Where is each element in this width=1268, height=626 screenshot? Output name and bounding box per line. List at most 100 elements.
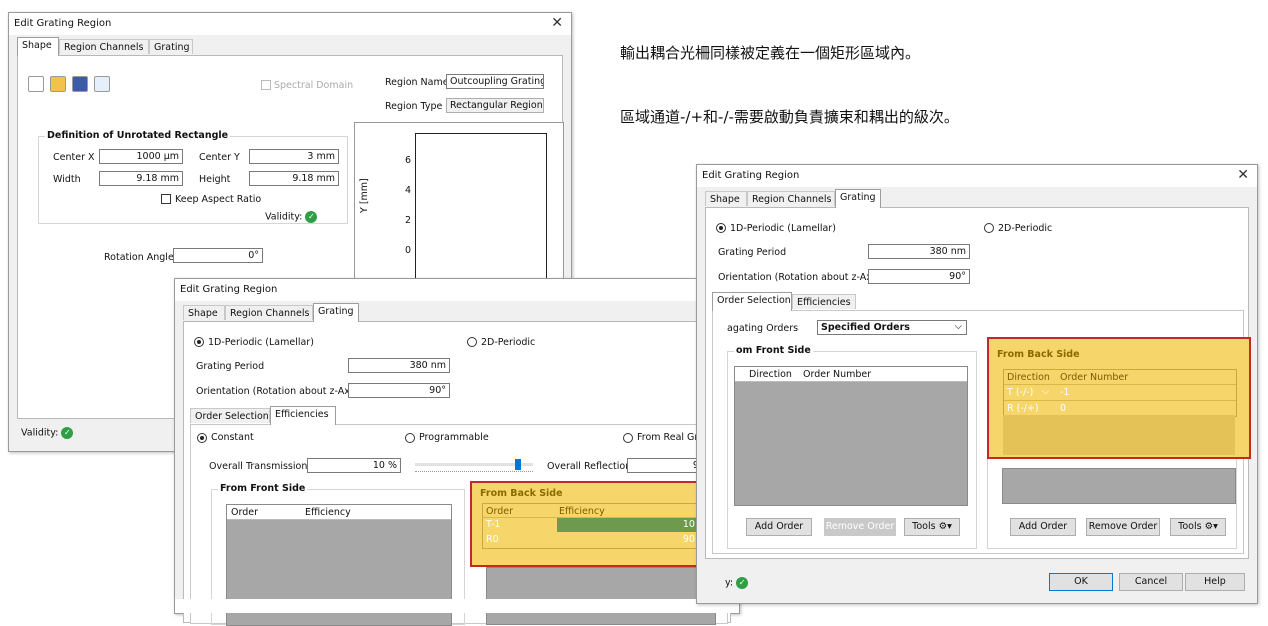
orientation-field[interactable]: 90°: [868, 269, 970, 284]
add-order-button[interactable]: Add Order: [1010, 518, 1076, 536]
center-x-label: Center X: [53, 152, 95, 163]
radio-real-gratings[interactable]: [623, 433, 633, 443]
center-y-label: Center Y: [199, 152, 240, 163]
dialog-order-selection: Edit Grating Region ✕ Shape Region Chann…: [696, 164, 1258, 604]
ok-button[interactable]: OK: [1049, 573, 1113, 591]
remove-order-button: Remove Order: [824, 518, 896, 536]
tools-button[interactable]: Tools ⚙▾: [1170, 518, 1226, 536]
chevron-down-icon[interactable]: ⌵: [1042, 386, 1049, 397]
slider-thumb[interactable]: [515, 459, 521, 470]
subtab-order-selection[interactable]: Order Selection: [712, 292, 792, 311]
tab-grating[interactable]: Grating: [313, 303, 359, 322]
titlebar: Edit Grating Region ✕: [697, 165, 1257, 187]
order-number-cell: 0: [1060, 403, 1067, 414]
column-header: Direction: [749, 369, 792, 380]
tab-shape[interactable]: Shape: [705, 191, 747, 206]
subtab-efficiencies[interactable]: Efficiencies: [270, 406, 336, 425]
region-name-label: Region Name: [385, 77, 449, 88]
plot-frame: [415, 133, 547, 280]
efficiency-slider[interactable]: [415, 459, 533, 473]
width-label: Width: [53, 174, 81, 185]
back-side-table[interactable]: Direction Order Number T (-/-) ⌵ -1 R (-…: [1003, 369, 1237, 417]
height-label: Height: [199, 174, 231, 185]
tab-region-channels[interactable]: Region Channels: [59, 39, 149, 54]
period-label: Grating Period: [196, 361, 265, 372]
titlebar: Edit Grating Region ✕: [9, 13, 571, 35]
center-y-field[interactable]: 3 mm: [249, 149, 339, 164]
description-line-1: 輸出耦合光柵同樣被定義在一個矩形區域內。: [620, 44, 921, 62]
tab-shape[interactable]: Shape: [183, 305, 225, 320]
radio-2d-label: 2D-Periodic: [481, 337, 536, 348]
radio-2d-label: 2D-Periodic: [998, 223, 1053, 234]
radio-programmable[interactable]: [405, 433, 415, 443]
height-field[interactable]: 9.18 mm: [249, 171, 339, 186]
region-name-field[interactable]: Outcoupling Grating: [446, 74, 544, 89]
check-icon: ✓: [305, 211, 318, 223]
table-row[interactable]: T (-/-) ⌵ -1: [1004, 385, 1236, 401]
zoom-icon[interactable]: [94, 76, 110, 92]
add-order-button[interactable]: Add Order: [746, 518, 812, 536]
constant-label: Constant: [211, 432, 254, 443]
tab-region-channels[interactable]: Region Channels: [225, 305, 313, 320]
radio-1d-label: 1D-Periodic (Lamellar): [730, 223, 836, 234]
radio-2d-periodic[interactable]: [467, 337, 477, 347]
back-side-title: From Back Side: [480, 488, 563, 499]
back-side-highlight: From Back Side Direction Order Number T …: [987, 337, 1251, 459]
period-label: Grating Period: [718, 247, 787, 258]
grating-panel: 1D-Periodic (Lamellar) 2D-Periodic Grati…: [183, 321, 731, 626]
tab-grating[interactable]: Grating: [149, 39, 193, 54]
y-tick-0: 0: [405, 245, 412, 256]
footer-validity: Validity: ✓: [21, 427, 74, 439]
period-field[interactable]: 380 nm: [868, 244, 970, 259]
tab-grating[interactable]: Grating: [835, 189, 881, 208]
column-header: Efficiency: [559, 506, 605, 517]
remove-order-button[interactable]: Remove Order: [1086, 518, 1160, 536]
tools-button[interactable]: Tools ⚙▾: [904, 518, 960, 536]
front-side-table[interactable]: Direction Order Number: [734, 366, 968, 506]
spectral-domain-checkbox[interactable]: [261, 80, 271, 90]
y-tick-2: 2: [405, 215, 412, 226]
save-icon[interactable]: [72, 76, 88, 92]
propagating-orders-select[interactable]: Specified Orders ⌵: [817, 320, 967, 335]
transmission-field[interactable]: 10 %: [307, 458, 401, 473]
close-icon[interactable]: ✕: [551, 15, 563, 31]
radio-constant[interactable]: [197, 433, 207, 443]
subtab-order-selection[interactable]: Order Selection: [190, 408, 270, 423]
column-header: Order: [486, 506, 513, 517]
table-row[interactable]: R (-/+) 0: [1004, 401, 1236, 416]
tab-region-channels[interactable]: Region Channels: [747, 191, 835, 206]
tab-shape[interactable]: Shape: [17, 37, 59, 56]
order-cell: T-1: [486, 519, 501, 530]
programmable-label: Programmable: [419, 432, 489, 443]
cancel-button[interactable]: Cancel: [1119, 573, 1183, 591]
orientation-field[interactable]: 90°: [348, 383, 450, 398]
column-header: Efficiency: [305, 507, 351, 518]
radio-1d-periodic[interactable]: [194, 337, 204, 347]
help-button[interactable]: Help: [1185, 573, 1245, 591]
close-icon[interactable]: ✕: [1237, 167, 1249, 183]
subtab-efficiencies[interactable]: Efficiencies: [792, 294, 856, 309]
table-row[interactable]: T-1 10 %: [483, 518, 711, 532]
order-selection-panel: agating Orders Specified Orders ⌵ om Fron…: [712, 310, 1251, 554]
rotation-field[interactable]: 0°: [173, 248, 263, 263]
radio-1d-periodic[interactable]: [716, 223, 726, 233]
radio-2d-periodic[interactable]: [984, 223, 994, 233]
keep-aspect-checkbox[interactable]: [161, 194, 171, 204]
back-side-table[interactable]: Order Efficiency T-1 10 % R0 90 %: [482, 503, 712, 549]
period-field[interactable]: 380 nm: [348, 358, 450, 373]
table-row[interactable]: R0 90 %: [483, 533, 711, 547]
width-field[interactable]: 9.18 mm: [99, 171, 183, 186]
keep-aspect-label: Keep Aspect Ratio: [175, 194, 262, 205]
footer-validity: y: ✓: [725, 577, 749, 589]
back-side-table-body: [1002, 468, 1236, 504]
column-header: Direction: [1007, 372, 1050, 383]
column-header: Order Number: [1060, 372, 1129, 383]
footer-validity-text: Validity:: [21, 427, 59, 439]
open-folder-icon[interactable]: [50, 76, 66, 92]
orientation-label: Orientation (Rotation about z-Axis): [196, 386, 362, 397]
column-header: Order: [231, 507, 258, 518]
new-file-icon[interactable]: [28, 76, 44, 92]
y-axis-label: Y [mm]: [359, 178, 370, 213]
chevron-down-icon: ⌵: [954, 321, 962, 332]
center-x-field[interactable]: 1000 µm: [99, 149, 183, 164]
